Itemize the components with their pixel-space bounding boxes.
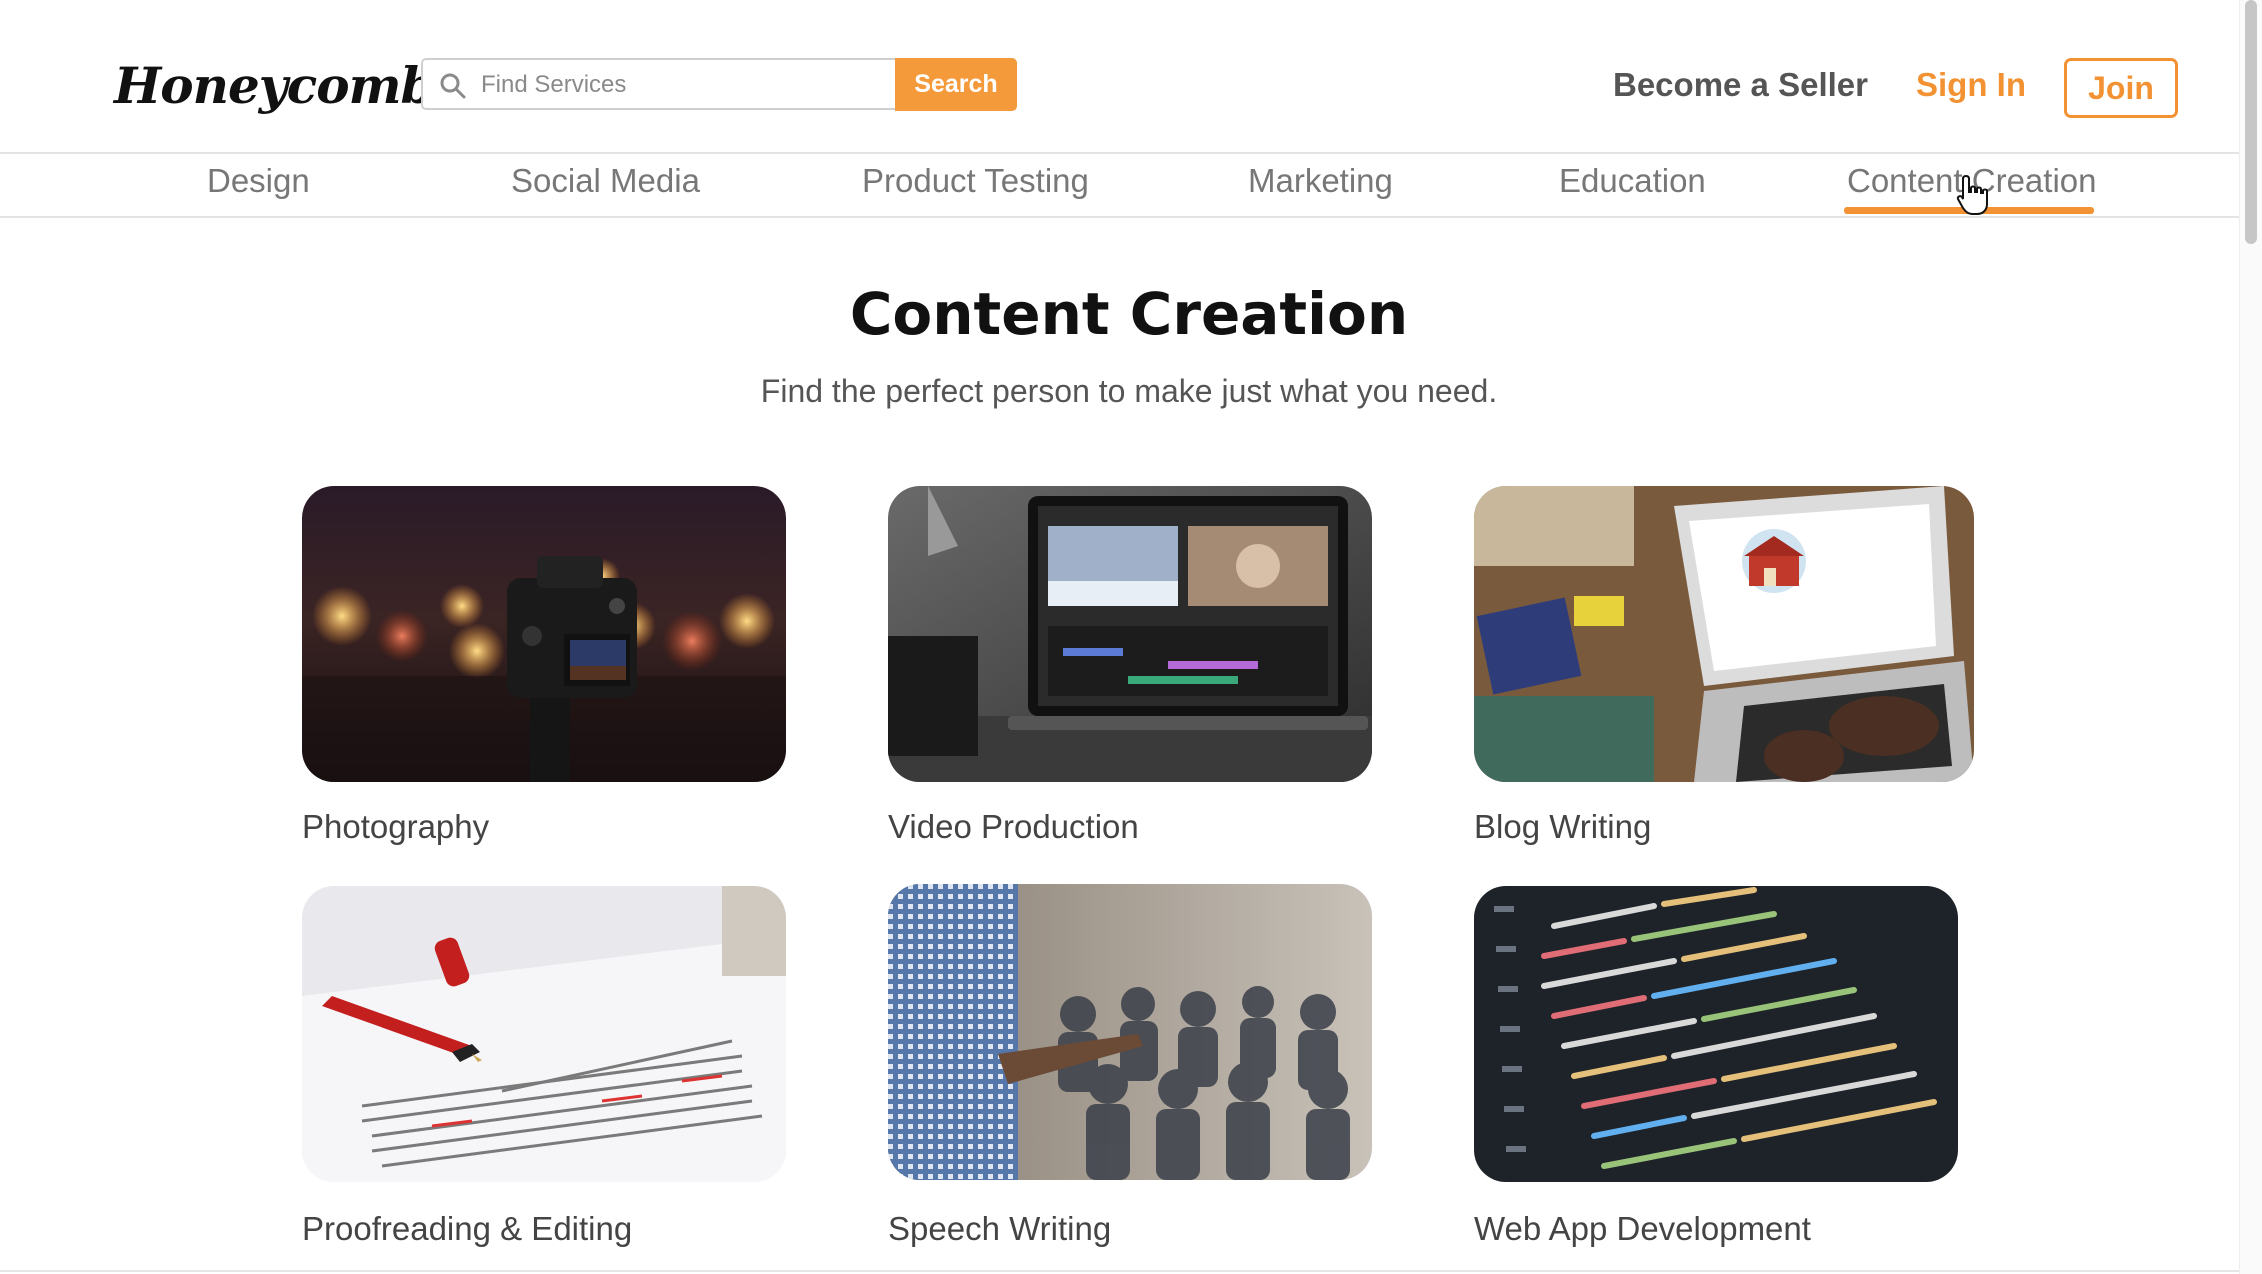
logo[interactable]: Honeycomb [110,50,435,120]
search-icon [440,73,466,99]
service-label-proofreading[interactable]: Proofreading & Editing [302,1210,632,1248]
blog-writing-image[interactable] [1474,486,1974,782]
laptop-admissions-image [1474,486,1974,782]
page-subtitle: Find the perfect person to make just wha… [760,373,1498,409]
speech-writing-image[interactable] [888,884,1372,1180]
divider [0,1270,2240,1272]
laptop-video-editor-image [888,486,1372,782]
search-box [421,58,897,110]
pen-on-document-image [302,886,786,1182]
camera-photo-image [302,486,786,782]
scrollbar[interactable] [2239,0,2262,1274]
tab-design[interactable]: Design [207,162,310,200]
service-label-video-production[interactable]: Video Production [888,808,1139,846]
page-title: Content Creation [849,280,1409,348]
sign-in-link[interactable]: Sign In [1916,66,2026,104]
web-app-development-image[interactable] [1474,886,1958,1182]
hand-cursor-icon [1956,174,1988,215]
scrollbar-thumb[interactable] [2245,0,2257,244]
become-seller-link[interactable]: Become a Seller [1613,66,1868,104]
search-button[interactable]: Search [895,58,1017,111]
search-input[interactable] [479,60,893,110]
join-button[interactable]: Join [2064,58,2178,118]
tab-education[interactable]: Education [1559,162,1706,200]
photography-image[interactable] [302,486,786,782]
site-header: Honeycomb Search Become a Seller Sign In… [0,0,2240,154]
proofreading-image[interactable] [302,886,786,1182]
service-label-photography[interactable]: Photography [302,808,489,846]
service-label-web-app-development[interactable]: Web App Development [1474,1210,1811,1248]
video-production-image[interactable] [888,486,1372,782]
tab-social-media[interactable]: Social Media [511,162,700,200]
service-label-blog-writing[interactable]: Blog Writing [1474,808,1651,846]
tab-product-testing[interactable]: Product Testing [862,162,1089,200]
speaker-audience-image [888,884,1372,1180]
tab-marketing[interactable]: Marketing [1248,162,1393,200]
code-screen-image [1474,886,1958,1182]
service-label-speech-writing[interactable]: Speech Writing [888,1210,1111,1248]
logo-text: Honeycomb [114,55,435,115]
